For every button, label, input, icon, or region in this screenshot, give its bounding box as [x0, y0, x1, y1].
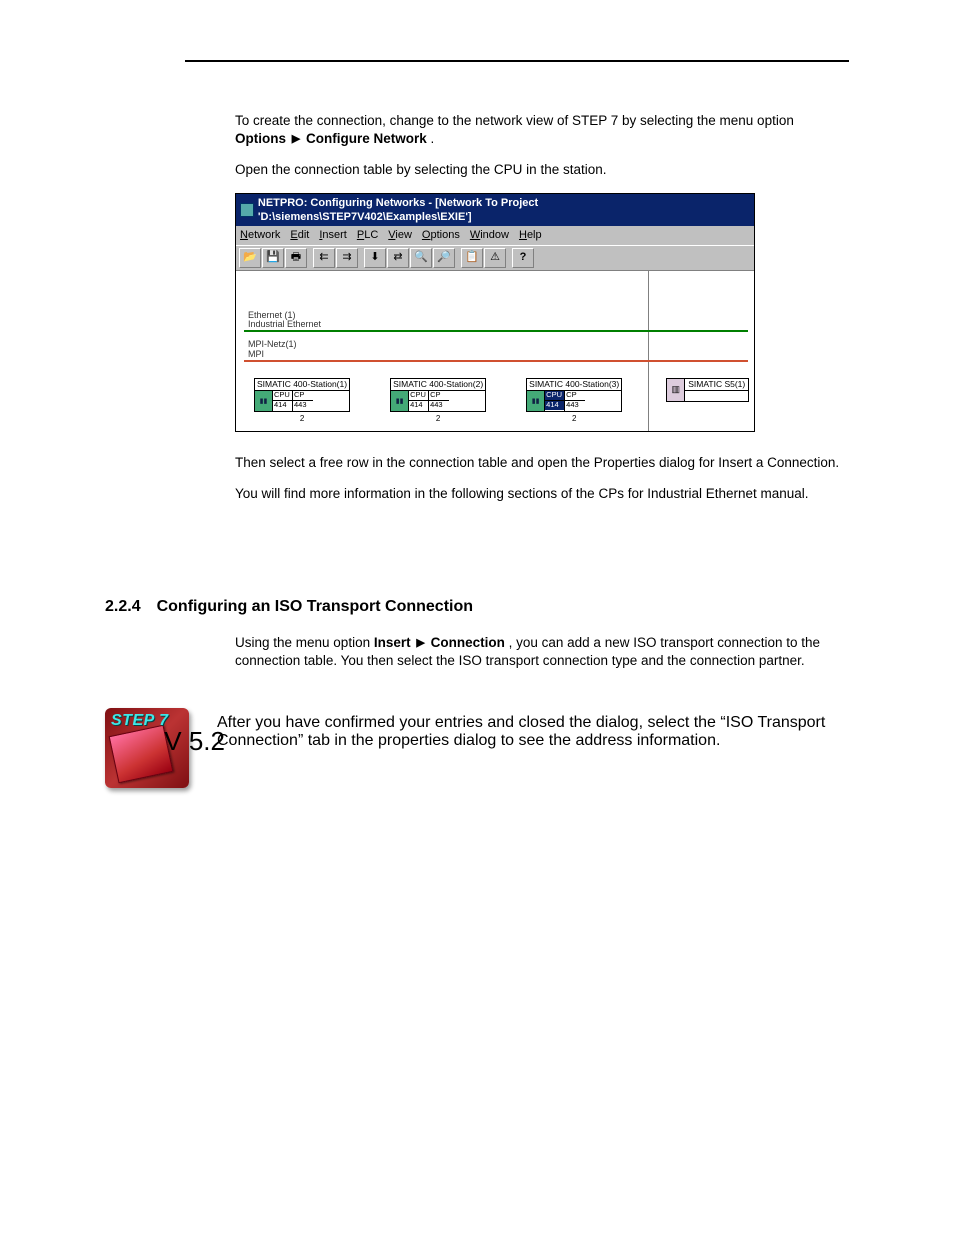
slot-cpu-num: 414	[409, 401, 428, 410]
rack-icon: ▮▮	[527, 391, 545, 411]
netpro-window: NETPRO: Configuring Networks - [Network …	[235, 193, 755, 432]
below-figure-text: Then select a free row in the connection…	[235, 454, 849, 472]
tb-btn-10[interactable]: 📋	[461, 248, 483, 268]
intro-paragraph-2: Open the connection table by selecting t…	[235, 161, 849, 179]
menu-window[interactable]: Window	[470, 228, 509, 242]
tb-open-icon[interactable]: 📂	[239, 248, 261, 268]
netpro-client-area: Ethernet (1) Industrial Ethernet MPI-Net…	[236, 271, 754, 431]
net-label-ie-2: Industrial Ethernet	[244, 320, 748, 329]
tb-save-icon[interactable]: 💾	[262, 248, 284, 268]
followup-paragraph: After you have confirmed your entries an…	[217, 714, 849, 750]
menu-edit[interactable]: Edit	[290, 228, 309, 242]
netpro-toolbar: 📂 💾 🖶 ⇇ ⇉ ⬇ ⇄ 🔍 🔎 📋 ⚠ ?	[236, 245, 754, 271]
netpro-titlebar: NETPRO: Configuring Networks - [Network …	[236, 194, 754, 227]
station-3-num: 2	[572, 414, 576, 424]
slot-cp-num: 443	[565, 401, 585, 410]
stations-row: SIMATIC 400-Station(1) ▮▮ CPU414 CP443 2	[236, 364, 754, 424]
menu-item-options: Options	[235, 131, 286, 146]
menu-path-options: Options ▶ Configure Network	[235, 131, 431, 146]
slot-cp-num: 443	[429, 401, 449, 410]
net-row-mpi: MPI-Netz(1) MPI	[244, 340, 748, 364]
followup-text: After you have confirmed your entries an…	[217, 714, 849, 750]
slot-cp-num: 443	[293, 401, 313, 410]
step7-brand-label: STEP 7	[111, 712, 169, 730]
menu-arrow-icon: ▶	[290, 133, 302, 145]
netpro-menubar[interactable]: Network Edit Insert PLC View Options Win…	[236, 226, 754, 244]
config-lead-a: Using the menu option	[235, 635, 374, 650]
net-label-mpi-1: MPI-Netz(1)	[244, 340, 748, 349]
station-2-num: 2	[436, 414, 440, 424]
tb-btn-7[interactable]: ⇄	[387, 248, 409, 268]
tb-download-icon[interactable]: ⬇	[364, 248, 386, 268]
net-line-mpi[interactable]	[244, 360, 748, 362]
menu-plc[interactable]: PLC	[357, 228, 378, 242]
station-1[interactable]: SIMATIC 400-Station(1) ▮▮ CPU414 CP443 2	[254, 378, 350, 424]
intro-text-1a: To create the connection, change to the …	[235, 113, 794, 128]
menu-path-insert-connection: Insert ▶ Connection	[374, 635, 509, 650]
tb-btn-5[interactable]: ⇉	[336, 248, 358, 268]
menu-help[interactable]: Help	[519, 228, 542, 242]
tb-warning-icon[interactable]: ⚠	[484, 248, 506, 268]
net-line-ethernet[interactable]	[244, 330, 748, 332]
menu-options[interactable]: Options	[422, 228, 460, 242]
intro-text-1b: .	[431, 131, 435, 146]
tb-help-icon[interactable]: ?	[512, 248, 534, 268]
s5-slot	[685, 391, 748, 401]
rack-icon: ▮▮	[391, 391, 409, 411]
intro-paragraph-1: To create the connection, change to the …	[235, 112, 849, 147]
tb-btn-9[interactable]: 🔎	[433, 248, 455, 268]
tb-btn-8[interactable]: 🔍	[410, 248, 432, 268]
menu-view[interactable]: View	[388, 228, 412, 242]
menu-insert[interactable]: Insert	[319, 228, 347, 242]
station-s5[interactable]: ▥ SIMATIC S5(1)	[666, 378, 749, 424]
section-heading: 2.2.4 Configuring an ISO Transport Conne…	[105, 598, 849, 616]
tb-print-icon[interactable]: 🖶	[285, 248, 307, 268]
menu-item-connection: Connection	[431, 635, 505, 650]
netpro-app-icon	[240, 203, 254, 217]
net-row-ethernet: Ethernet (1) Industrial Ethernet	[244, 311, 748, 335]
slot-cpu-num: 414	[273, 401, 292, 410]
net-label-mpi-2: MPI	[244, 350, 748, 359]
menu-network[interactable]: Network	[240, 228, 280, 242]
menu-item-insert: Insert	[374, 635, 411, 650]
station-3[interactable]: SIMATIC 400-Station(3) ▮▮ CPU414 CP443 2	[526, 378, 622, 424]
more-info-text: You will find more information in the fo…	[235, 485, 849, 503]
config-lead: Using the menu option Insert ▶ Connectio…	[235, 634, 849, 670]
station-2[interactable]: SIMATIC 400-Station(2) ▮▮ CPU414 CP443 2	[390, 378, 486, 424]
station-s5-title: SIMATIC S5(1)	[685, 379, 748, 391]
s5-icon: ▥	[667, 379, 685, 401]
menu-arrow-icon: ▶	[414, 637, 426, 649]
step7-product-icon: STEP 7 V 5.2	[105, 708, 189, 788]
slot-cpu-num-selected: 414	[545, 401, 564, 410]
rack-icon: ▮▮	[255, 391, 273, 411]
station-1-num: 2	[300, 414, 304, 424]
menu-item-configure-network: Configure Network	[306, 131, 427, 146]
tb-btn-4[interactable]: ⇇	[313, 248, 335, 268]
header-rule	[185, 60, 849, 62]
step7-version-label: V 5.2	[164, 728, 225, 754]
netpro-title: NETPRO: Configuring Networks - [Network …	[258, 196, 750, 225]
